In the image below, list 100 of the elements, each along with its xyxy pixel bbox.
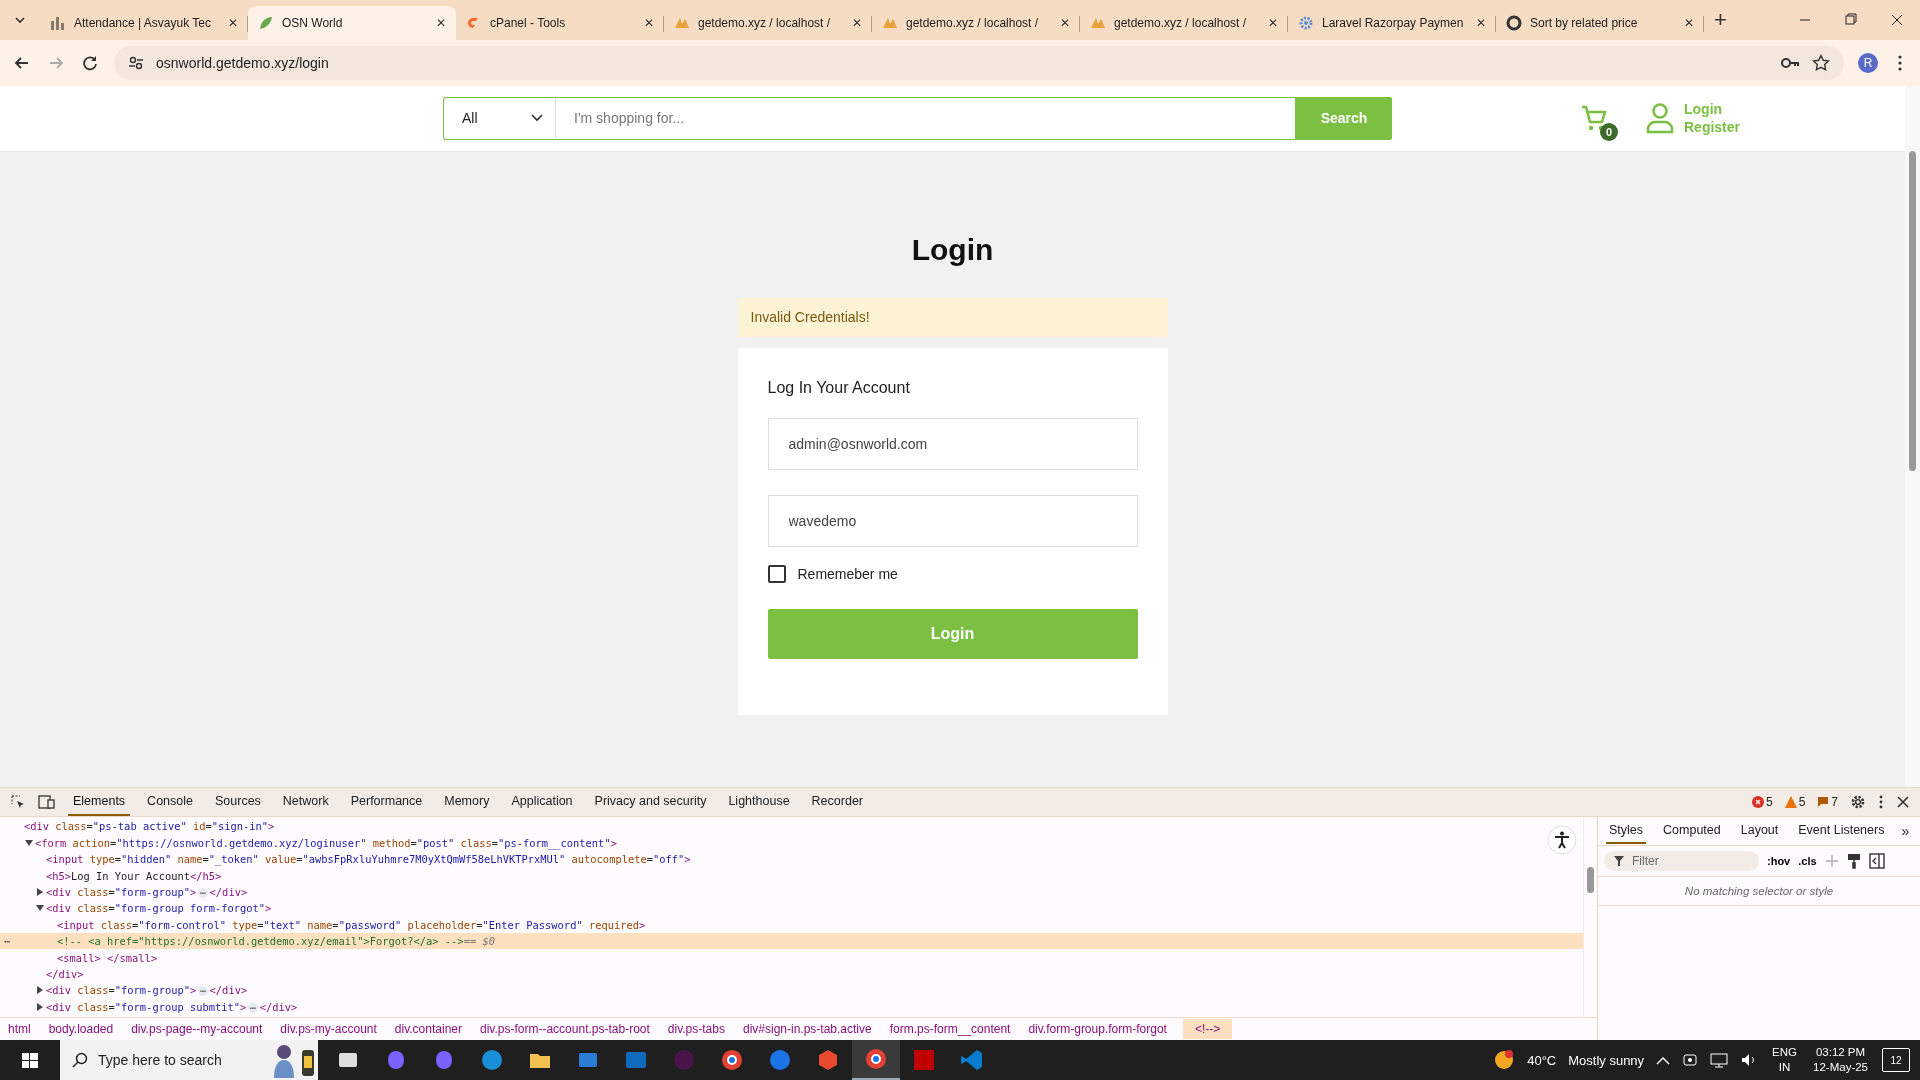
class-toggle[interactable]: .cls (1798, 855, 1817, 868)
paint-roller-icon[interactable] (1846, 853, 1861, 870)
new-tab-button[interactable]: + (1714, 7, 1727, 33)
devtools-tab[interactable]: Performance (345, 788, 428, 817)
filter-field[interactable]: Filter (1604, 851, 1759, 872)
collapsed-arrow-icon[interactable] (36, 986, 44, 995)
close-icon[interactable]: ✕ (644, 16, 654, 30)
expanded-arrow-icon[interactable] (25, 838, 33, 847)
circle-icon (1506, 15, 1522, 31)
tab-title: Attendance | Asvayuk Tec (74, 16, 212, 30)
close-icon[interactable]: ✕ (436, 16, 446, 30)
weather-sun-icon (1493, 1049, 1516, 1071)
devtools-tab[interactable]: Elements (68, 788, 131, 817)
devtools-tab[interactable]: Privacy and security (589, 788, 712, 817)
chrome-icon[interactable] (852, 1040, 900, 1080)
breadcrumb-item[interactable]: body.loaded (46, 1019, 116, 1039)
chevron-up-icon[interactable] (1656, 1055, 1671, 1065)
styles-pane-tab[interactable]: Layout (1737, 818, 1782, 845)
breadcrumb-item[interactable]: div.ps-page--my-account (129, 1019, 265, 1039)
browser-tab[interactable]: getdemo.xyz / localhost / ✕ (664, 6, 872, 40)
devtools-tab[interactable]: Lighthouse (723, 788, 795, 817)
close-icon[interactable]: ✕ (852, 16, 862, 30)
styles-pane-tab[interactable]: Styles (1606, 818, 1647, 845)
leaf-icon (258, 15, 274, 31)
email-field[interactable]: admin@osnworld.com (767, 417, 1138, 470)
close-icon[interactable]: ✕ (228, 16, 238, 30)
browser-tab[interactable]: getdemo.xyz / localhost / ✕ (1080, 6, 1288, 40)
devtools-tab[interactable]: Sources (210, 788, 266, 817)
warning-icon (1784, 796, 1797, 809)
code-line: </div> (46, 967, 84, 980)
devtools-tab[interactable]: Recorder (806, 788, 868, 817)
code-line: <small> </small> (57, 951, 158, 964)
browser-tab[interactable]: Laravel Razorpay Paymen ✕ (1288, 6, 1496, 40)
card-title: Log In Your Account (767, 377, 911, 398)
styles-pane-tab[interactable]: Computed (1660, 818, 1724, 845)
taskbar-search-field[interactable]: Type here to search (60, 1040, 318, 1080)
site-settings-icon[interactable] (128, 54, 144, 71)
collapsed-arrow-icon[interactable] (36, 1002, 44, 1011)
code-line: <div class="form-group"> ⋯ </div> (46, 984, 248, 997)
sidebar-toggle-icon[interactable] (1868, 853, 1885, 870)
page-scrollbar[interactable] (1905, 85, 1920, 788)
tab-title: getdemo.xyz / localhost / (906, 16, 1040, 30)
address-bar[interactable]: osnworld.getdemo.xyz/login (114, 45, 1844, 80)
devtools-tab[interactable]: Memory (439, 788, 495, 817)
browser-tab[interactable]: getdemo.xyz / localhost / ✕ (872, 6, 1080, 40)
camera-icon[interactable] (1682, 1052, 1699, 1068)
devtools-tab[interactable]: Network (277, 788, 334, 817)
breadcrumb-item[interactable]: <!--> (1182, 1019, 1233, 1039)
breadcrumb-item[interactable]: div.container (392, 1019, 464, 1039)
device-toolbar-icon[interactable] (38, 794, 56, 811)
code-scrollbar[interactable] (1583, 817, 1597, 1017)
close-icon[interactable]: ✕ (1060, 16, 1070, 30)
devtools-tab[interactable]: Console (142, 788, 198, 817)
star-icon[interactable] (1812, 53, 1830, 72)
code-line: <h5>Log In Your Account</h5> (46, 869, 222, 882)
clock-date[interactable]: 12-May-25 (1813, 1060, 1868, 1075)
warning-count[interactable]: 5 (1784, 795, 1806, 810)
browser-tab[interactable]: OSN World ✕ (248, 6, 456, 40)
devtools-tab[interactable]: Application (506, 788, 578, 817)
browser-tab[interactable]: Attendance | Asvayuk Tec ✕ (40, 6, 248, 40)
more-tabs-button[interactable]: » (1901, 823, 1910, 840)
breadcrumb-item[interactable]: div#sign-in.ps-tab.active (740, 1019, 874, 1039)
region-text[interactable]: IN (1778, 1060, 1791, 1075)
breadcrumb-item[interactable]: div.form-group.form-forgot (1026, 1019, 1169, 1039)
breadcrumb-item[interactable]: form.ps-form__content (887, 1019, 1013, 1039)
network-icon[interactable] (1710, 1052, 1729, 1068)
search-field[interactable]: I'm shopping for... (555, 96, 1296, 140)
breadcrumb-item[interactable]: html (6, 1019, 33, 1039)
hover-state-toggle[interactable]: :hov (1767, 855, 1791, 868)
close-icon[interactable] (1896, 795, 1910, 810)
gear-icon (1298, 15, 1314, 31)
browser-tab[interactable]: cPanel - Tools ✕ (456, 6, 664, 40)
password-field[interactable]: wavedemo (767, 494, 1138, 547)
error-count[interactable]: 5 (1751, 795, 1773, 810)
browser-tab[interactable]: Sort by related price ✕ (1496, 6, 1704, 40)
close-icon[interactable]: ✕ (1268, 16, 1278, 30)
remember-checkbox[interactable] (767, 564, 786, 583)
close-icon[interactable]: ✕ (1684, 16, 1694, 30)
styles-pane-tab[interactable]: Event Listeners (1795, 818, 1888, 845)
language-text[interactable]: ENG (1772, 1045, 1798, 1060)
message-count[interactable]: 7 (1817, 795, 1838, 810)
tab-title: getdemo.xyz / localhost / (698, 16, 832, 30)
breadcrumb-item[interactable]: div.ps-form--account.ps-tab-root (478, 1019, 652, 1039)
more-dots[interactable]: ⋯ (4, 935, 11, 948)
tab-title: Laravel Razorpay Paymen (1322, 16, 1465, 30)
error-alert: Invalid Credentials! (737, 297, 1168, 337)
clock-time[interactable]: 03:12 PM (1815, 1045, 1866, 1060)
profile-avatar[interactable]: R (1858, 52, 1878, 73)
notification-badge[interactable]: 12 (1882, 1048, 1910, 1072)
close-icon[interactable]: ✕ (1476, 16, 1486, 30)
expanded-arrow-icon[interactable] (36, 904, 44, 913)
tab-title: getdemo.xyz / localhost / (1114, 16, 1248, 30)
settings-icon[interactable] (1850, 794, 1866, 811)
more-icon[interactable] (1878, 794, 1884, 811)
code-line: <!-- <a href="https://osnworld.getdemo.xyz/email">Forgot?</a> -->== $0 (57, 935, 495, 948)
accessibility-icon[interactable] (1547, 825, 1577, 856)
breadcrumb-item[interactable]: div.ps-my-account (278, 1019, 379, 1039)
breadcrumb-item[interactable]: div.ps-tabs (665, 1019, 727, 1039)
collapsed-arrow-icon[interactable] (36, 888, 44, 896)
chevron-down-icon (531, 114, 543, 123)
